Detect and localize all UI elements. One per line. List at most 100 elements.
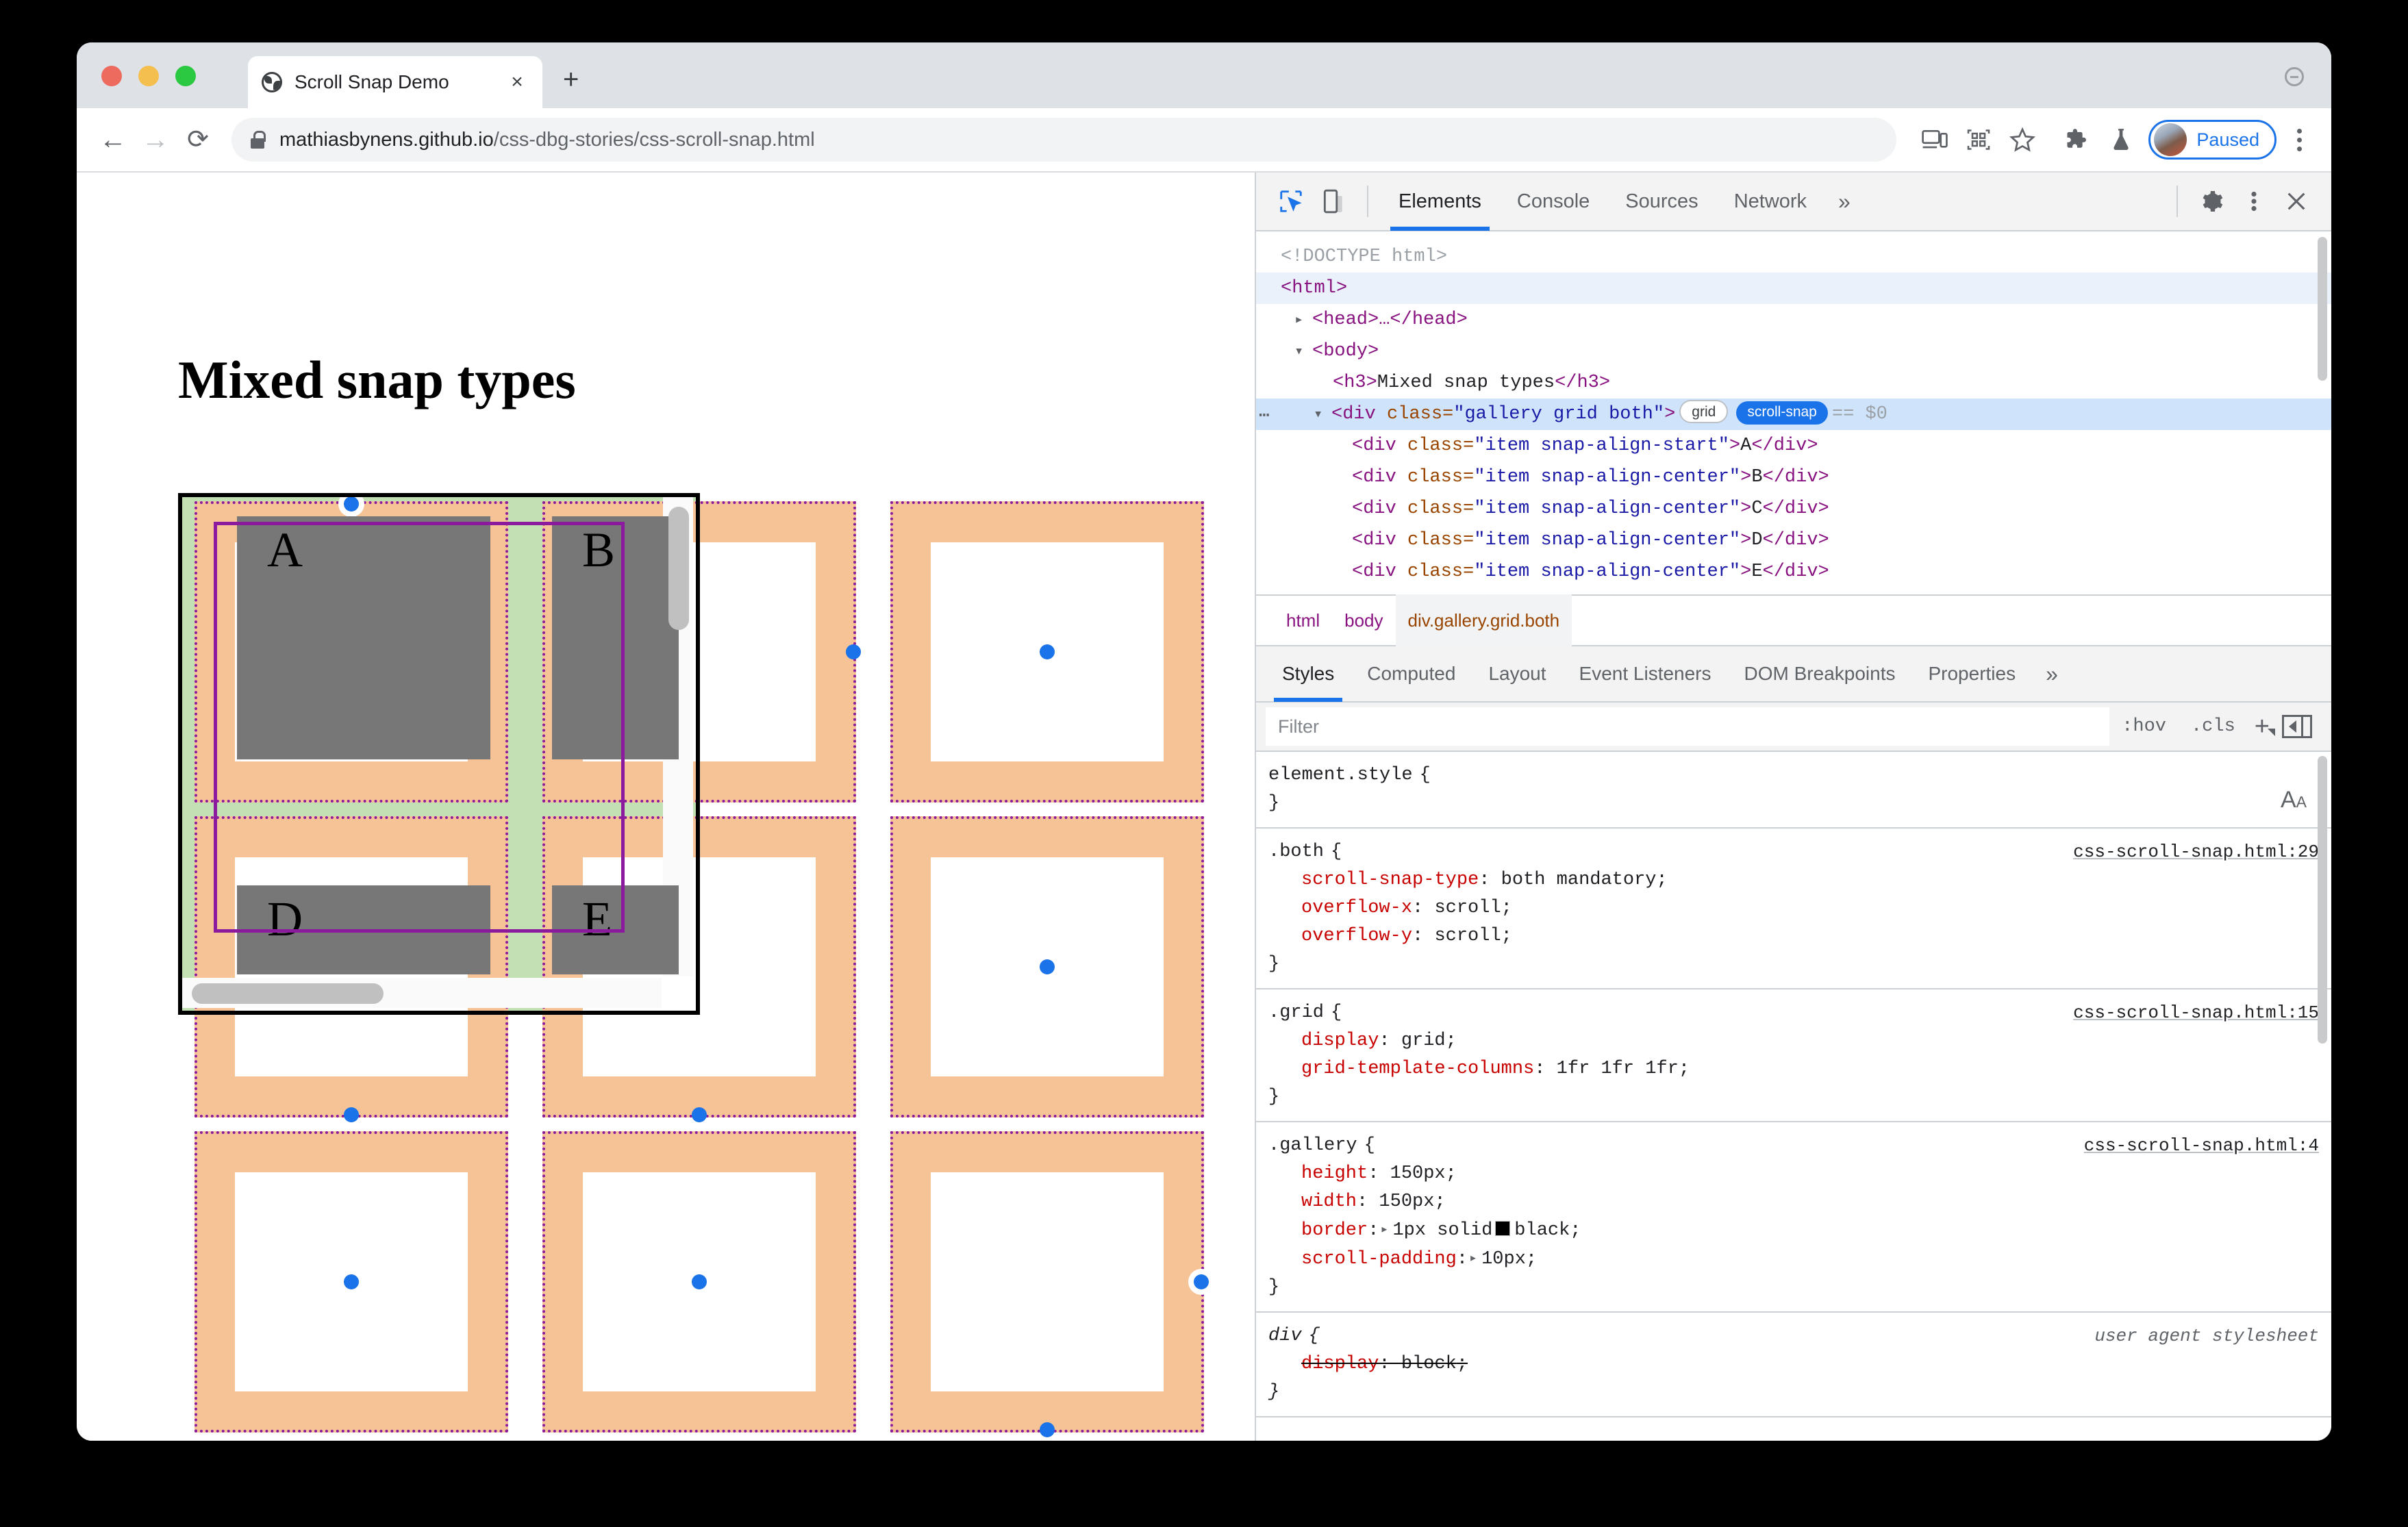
- beaker-icon[interactable]: [2099, 118, 2143, 162]
- browser-tab[interactable]: Scroll Snap Demo ×: [248, 56, 542, 108]
- css-declaration[interactable]: height: 150px;: [1262, 1160, 2331, 1188]
- css-property[interactable]: scroll-padding: [1301, 1249, 1457, 1270]
- more-pane-tabs-icon[interactable]: »: [2032, 661, 2072, 687]
- css-declaration[interactable]: scroll-snap-type: both mandatory;: [1262, 866, 2331, 894]
- browser-menu-button[interactable]: [2282, 118, 2316, 162]
- window-close-button[interactable]: [101, 66, 122, 86]
- tab-close-icon[interactable]: ×: [505, 72, 529, 92]
- css-value[interactable]: scroll: [1434, 926, 1501, 946]
- css-property[interactable]: height: [1301, 1163, 1368, 1184]
- chevron-right-icon[interactable]: ▸: [1294, 305, 1312, 336]
- dom-row[interactable]: ▾ <body>: [1256, 336, 2331, 367]
- css-rule[interactable]: .grid { css-scroll-snap.html:15 display:…: [1256, 989, 2331, 1122]
- reload-button[interactable]: ⟳: [177, 118, 219, 161]
- css-declaration[interactable]: overflow-y: scroll;: [1262, 922, 2331, 950]
- sidebar-toggle-icon[interactable]: [2282, 715, 2312, 738]
- grid-badge[interactable]: grid: [1679, 400, 1729, 423]
- css-source-link[interactable]: css-scroll-snap.html:29: [2073, 838, 2319, 866]
- css-declaration-overridden[interactable]: display: block;: [1262, 1350, 2331, 1378]
- css-declaration[interactable]: display: grid;: [1262, 1027, 2331, 1055]
- font-size-icon[interactable]: AA: [2281, 786, 2307, 816]
- chevron-down-icon[interactable]: ▾: [1314, 399, 1331, 431]
- chevron-down-icon[interactable]: ▾: [1294, 336, 1312, 368]
- extensions-puzzle-icon[interactable]: [2055, 118, 2099, 162]
- css-property[interactable]: display: [1301, 1031, 1379, 1051]
- styles-rules-list[interactable]: element.style { } .both { css-scroll-sna…: [1256, 752, 2331, 1441]
- gallery-vertical-scrollbar-thumb[interactable]: [668, 507, 689, 630]
- filter-input[interactable]: [1266, 707, 2110, 746]
- css-property[interactable]: grid-template-columns: [1301, 1059, 1534, 1079]
- css-value[interactable]: 1fr 1fr 1fr: [1557, 1059, 1679, 1079]
- tab-elements[interactable]: Elements: [1381, 173, 1499, 231]
- dom-row[interactable]: <html>: [1256, 273, 2331, 304]
- tab-dom-breakpoints[interactable]: DOM Breakpoints: [1728, 646, 1912, 702]
- toggle-hover-state-button[interactable]: :hov: [2109, 707, 2179, 746]
- tab-layout[interactable]: Layout: [1472, 646, 1562, 702]
- tab-sources[interactable]: Sources: [1607, 173, 1716, 231]
- bookmark-star-icon[interactable]: [2001, 118, 2044, 162]
- add-new-rule-button[interactable]: +: [2248, 712, 2277, 742]
- css-value[interactable]: 150px: [1390, 1163, 1446, 1184]
- css-value[interactable]: both mandatory: [1501, 870, 1657, 890]
- css-property[interactable]: border: [1301, 1220, 1368, 1241]
- dom-row[interactable]: <div class="item snap-align-center">C</d…: [1256, 493, 2331, 525]
- tab-console[interactable]: Console: [1499, 173, 1607, 231]
- css-property[interactable]: display: [1301, 1354, 1379, 1374]
- tab-event-listeners[interactable]: Event Listeners: [1563, 646, 1728, 702]
- tab-computed[interactable]: Computed: [1351, 646, 1472, 702]
- dom-row[interactable]: <div class="item snap-align-center">B</d…: [1256, 462, 2331, 493]
- dom-row[interactable]: <div class="item snap-align-start">A</di…: [1256, 430, 2331, 462]
- forward-button[interactable]: →: [134, 118, 177, 161]
- toggle-class-editor-button[interactable]: .cls: [2179, 707, 2248, 746]
- scroll-snap-badge[interactable]: scroll-snap: [1736, 401, 1828, 425]
- css-value[interactable]: 150px: [1379, 1191, 1434, 1212]
- tab-styles[interactable]: Styles: [1266, 646, 1351, 702]
- css-rule[interactable]: element.style { }: [1256, 752, 2331, 829]
- cast-icon[interactable]: [1913, 118, 1957, 162]
- device-toolbar-icon[interactable]: [1312, 180, 1355, 223]
- css-rule[interactable]: div { user agent stylesheet display: blo…: [1256, 1313, 2331, 1417]
- kebab-menu-icon[interactable]: [2233, 180, 2275, 223]
- css-declaration[interactable]: width: 150px;: [1262, 1188, 2331, 1216]
- breadcrumb-item-body[interactable]: body: [1332, 594, 1395, 646]
- css-value[interactable]: 10px: [1481, 1249, 1526, 1270]
- css-selector[interactable]: element.style: [1262, 761, 1413, 790]
- css-source-link[interactable]: css-scroll-snap.html:15: [2073, 999, 2319, 1027]
- css-property[interactable]: width: [1301, 1191, 1357, 1212]
- gallery-horizontal-scrollbar-thumb[interactable]: [192, 983, 384, 1004]
- css-selector[interactable]: .grid: [1262, 999, 1324, 1027]
- color-swatch[interactable]: [1495, 1221, 1511, 1236]
- css-selector[interactable]: .gallery: [1262, 1132, 1357, 1160]
- expand-shorthand-icon[interactable]: ▸: [1469, 1245, 1477, 1273]
- window-minimize-button[interactable]: [138, 66, 159, 86]
- css-value[interactable]: grid: [1401, 1031, 1446, 1051]
- breadcrumb-item-html[interactable]: html: [1274, 594, 1332, 646]
- inspect-element-icon[interactable]: [1270, 180, 1312, 223]
- tab-network[interactable]: Network: [1716, 173, 1824, 231]
- css-declaration[interactable]: border: ▸ 1px solid black;: [1262, 1216, 2331, 1245]
- styles-pane-scrollbar[interactable]: [2318, 756, 2327, 1044]
- more-tabs-icon[interactable]: »: [1824, 189, 1864, 214]
- css-declaration[interactable]: scroll-padding: ▸ 10px;: [1262, 1245, 2331, 1274]
- css-source-link[interactable]: css-scroll-snap.html:4: [2084, 1132, 2319, 1160]
- address-bar[interactable]: mathiasbynens.github.io/css-dbg-stories/…: [231, 118, 1897, 162]
- window-maximize-button[interactable]: [175, 66, 196, 86]
- breadcrumb-item-selected[interactable]: div.gallery.grid.both: [1395, 594, 1572, 646]
- css-rule[interactable]: .both { css-scroll-snap.html:29 scroll-s…: [1256, 829, 2331, 989]
- dom-tree[interactable]: <!DOCTYPE html> <html> ▸ <head>…</head> ▾…: [1256, 231, 2331, 594]
- dom-row[interactable]: <div class="item snap-align-center">E</d…: [1256, 556, 2331, 588]
- close-icon[interactable]: [2275, 180, 2318, 223]
- gear-icon[interactable]: [2190, 180, 2233, 223]
- dom-row[interactable]: ▸ <head>…</head>: [1256, 304, 2331, 336]
- css-selector[interactable]: .both: [1262, 838, 1324, 866]
- css-value[interactable]: scroll: [1434, 898, 1501, 918]
- css-declaration[interactable]: overflow-x: scroll;: [1262, 894, 2331, 922]
- css-declaration[interactable]: grid-template-columns: 1fr 1fr 1fr;: [1262, 1055, 2331, 1083]
- qr-code-icon[interactable]: [1957, 118, 2001, 162]
- back-button[interactable]: ←: [92, 118, 134, 161]
- dom-tree-scrollbar[interactable]: [2318, 237, 2327, 381]
- css-property[interactable]: scroll-snap-type: [1301, 870, 1479, 890]
- css-property[interactable]: overflow-y: [1301, 926, 1412, 946]
- expand-shorthand-icon[interactable]: ▸: [1380, 1216, 1388, 1244]
- dom-more-icon[interactable]: ⋯: [1259, 400, 1271, 431]
